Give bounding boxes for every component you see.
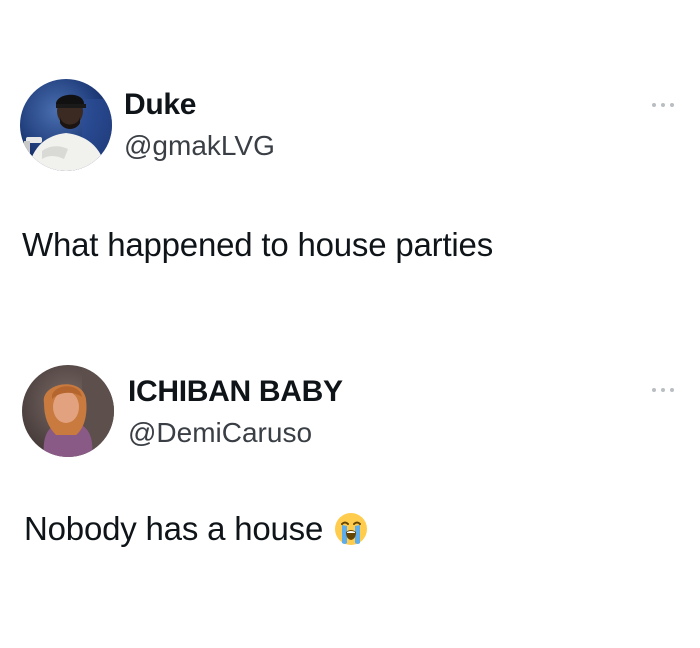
more-dot [652,103,656,107]
tweet-text-content: What happened to house parties [22,226,494,263]
more-dot [661,103,665,107]
avatar[interactable] [20,79,112,171]
more-dot [661,388,665,392]
avatar-photo [20,79,112,171]
more-options-icon[interactable] [652,101,674,109]
more-dot [670,103,674,107]
user-handle[interactable]: @gmakLVG [124,130,275,162]
more-dot [652,388,656,392]
avatar[interactable] [22,365,114,457]
tweet-text: What happened to house parties [22,226,493,264]
tweet-text-content: Nobody has a house [24,510,324,547]
tweet-card[interactable]: ICHIBAN BABY @DemiCaruso Nobody has a ho… [0,340,700,640]
more-dot [670,388,674,392]
display-name[interactable]: ICHIBAN BABY [128,375,343,409]
tweet-card[interactable]: Duke @gmakLVG What happened to house par… [0,0,700,320]
user-handle[interactable]: @DemiCaruso [128,417,312,449]
loudly-crying-face-icon [333,511,369,547]
tweet-text: Nobody has a house [24,510,369,548]
display-name[interactable]: Duke [124,88,196,122]
more-options-icon[interactable] [652,386,674,394]
avatar-photo [22,365,114,457]
